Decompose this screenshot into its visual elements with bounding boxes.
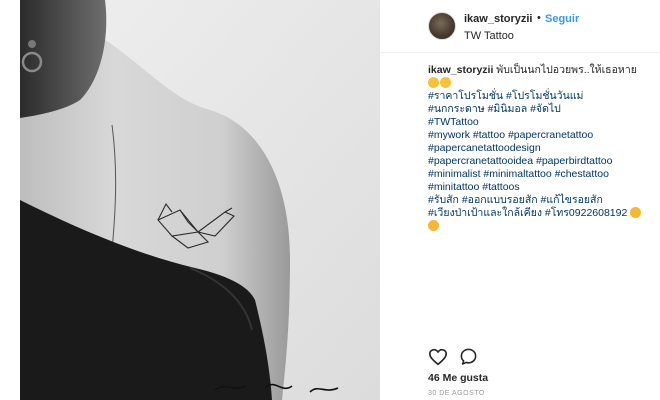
- heart-outline-icon[interactable]: [428, 348, 448, 366]
- tattoo-photo-image: [20, 0, 380, 400]
- action-bar: [428, 346, 488, 368]
- hashtag-line[interactable]: #TWTattoo: [428, 116, 653, 129]
- hashtag-line[interactable]: #minitattoo #tattoos: [428, 181, 653, 194]
- hashtag-line[interactable]: #นกกระดาษ #มินิมอล #จัดไป: [428, 103, 653, 116]
- kiss-emoji-icon: [428, 220, 439, 231]
- hashtag-line[interactable]: #minimalist #minimaltattoo #chestattoo: [428, 168, 653, 181]
- separator-dot: •: [537, 12, 541, 24]
- post-date[interactable]: 30 DE AGOSTO: [428, 390, 485, 397]
- post-location[interactable]: TW Tattoo: [464, 30, 514, 42]
- caption-username[interactable]: ikaw_storyzii: [428, 64, 493, 76]
- post-username[interactable]: ikaw_storyzii: [464, 13, 532, 25]
- caption: ikaw_storyzii พับเป็นนกไปอวยพร..ให้เธอหา…: [428, 64, 653, 233]
- grin-emoji-icon: [428, 77, 439, 88]
- speech-bubble-icon[interactable]: [459, 347, 478, 366]
- kiss-emoji-icon: [630, 207, 642, 218]
- hashtag-line[interactable]: #mywork #tattoo #papercranetattoo: [428, 129, 653, 142]
- hashtag-line[interactable]: #ราคาโปรโมชั่น #โปรโมชั่นวันแม่: [428, 90, 653, 103]
- avatar[interactable]: [428, 12, 456, 40]
- hashtag-line[interactable]: #เวียงป่าเป้าและใกล้เคียง #โทร0922608192: [428, 207, 627, 219]
- caption-text: พับเป็นนกไปอวยพร..ให้เธอหาย: [496, 64, 637, 76]
- grin-emoji-icon: [440, 77, 451, 88]
- likes-count[interactable]: 46 Me gusta: [428, 372, 488, 384]
- hashtag-line[interactable]: #papercranetattooidea #paperbirdtattoo: [428, 155, 653, 168]
- post-header: ikaw_storyzii • Seguir TW Tattoo: [380, 0, 660, 53]
- hashtag-line[interactable]: #papercanetattoodesign: [428, 142, 653, 155]
- follow-button[interactable]: Seguir: [545, 13, 579, 25]
- hashtag-line[interactable]: #รับสัก #ออกแบบรอยสัก #แก้ไขรอยสัก: [428, 194, 653, 207]
- post-photo[interactable]: [20, 0, 380, 400]
- post-details-pane: ikaw_storyzii • Seguir TW Tattoo ikaw_st…: [380, 0, 660, 400]
